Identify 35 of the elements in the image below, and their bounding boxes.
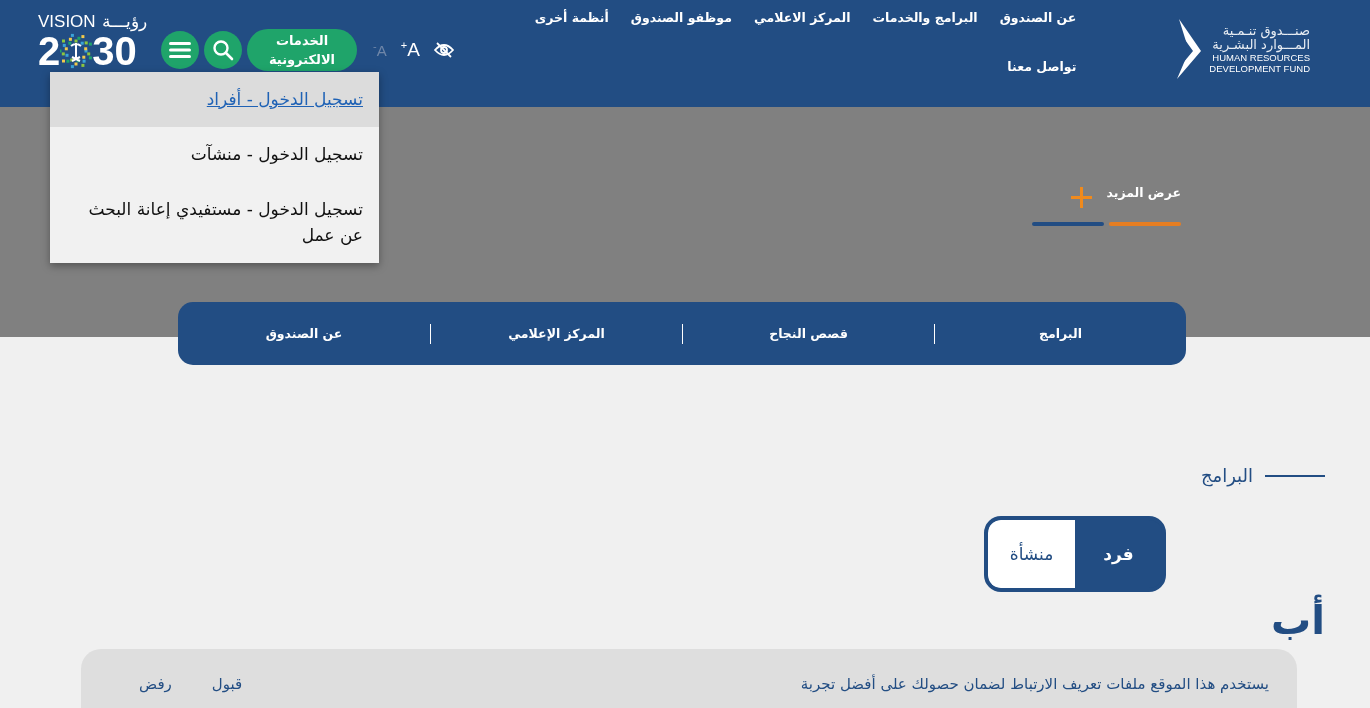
logo-text: 2 xyxy=(38,31,61,71)
menu-link[interactable]: عن الصندوق xyxy=(999,9,1077,27)
login-menu-item[interactable]: تسجيل الدخول - منشآت xyxy=(50,127,379,182)
logo-text: HUMAN RESOURCES xyxy=(1212,52,1310,63)
logo-text: صنـــدوق تنـمـية xyxy=(1222,24,1310,38)
search-icon xyxy=(212,39,234,61)
logo-text: المـــوارد البشـرية xyxy=(1212,38,1310,52)
menu-icon xyxy=(169,41,191,59)
login-menu-item[interactable]: تسجيل الدخول - مستفيدي إعانة البحث عن عمل xyxy=(50,182,379,263)
section-nav-link[interactable]: قصص النجاح xyxy=(682,323,934,344)
menu-link[interactable]: أنظمة أخرى xyxy=(534,9,609,27)
segment-tab[interactable]: منشأة xyxy=(988,520,1075,588)
section-nav-link[interactable]: عن الصندوق xyxy=(178,323,430,344)
logo-text: 30 xyxy=(92,31,137,71)
section-heading: أب xyxy=(1271,596,1325,644)
login-menu-item[interactable]: تسجيل الدخول - أفراد xyxy=(50,72,379,127)
hidden-eye-icon[interactable] xyxy=(433,42,454,58)
menu-link[interactable]: المركز الاعلامي xyxy=(753,9,851,27)
logo-text: DEVELOPMENT FUND xyxy=(1209,63,1310,74)
menu-button[interactable] xyxy=(161,31,199,69)
section-nav-link[interactable]: البرامج xyxy=(934,323,1186,344)
menu-link[interactable]: تواصل معنا xyxy=(1007,58,1077,76)
menu-link[interactable]: موظفو الصندوق xyxy=(630,9,732,27)
show-more-link[interactable]: عرض المزيد xyxy=(1106,185,1181,200)
section-nav-link[interactable]: المركز الإعلامي xyxy=(430,323,682,344)
cookie-button[interactable]: قبول xyxy=(211,674,243,693)
menu-link[interactable]: البرامج والخدمات xyxy=(872,9,978,27)
section-title: البرامج xyxy=(1200,465,1253,486)
logo-text: VISION xyxy=(38,13,96,31)
font-size-button[interactable]: A$^{+}$ xyxy=(400,38,420,62)
cookie-message: يستخدم هذا الموقع ملفات تعريف الارتباط لضمان حصولك على أفضل تجربة xyxy=(800,674,1269,693)
logo-text: رؤيـــة xyxy=(101,13,147,31)
palm-emblem-icon xyxy=(60,33,93,69)
cookie-button[interactable]: رفض xyxy=(139,674,172,693)
search-button[interactable] xyxy=(204,31,242,69)
